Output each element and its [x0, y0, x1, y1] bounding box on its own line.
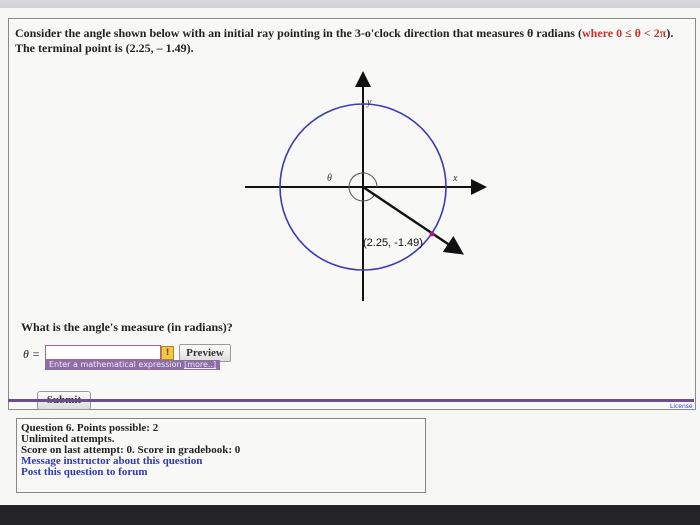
input-hint: Enter a mathematical expression [more..]	[45, 360, 221, 370]
unit-circle-graph: y x θ (2.25, -1.49)	[245, 71, 487, 301]
x-axis-label: x	[452, 173, 458, 184]
input-hint-text: Enter a mathematical expression	[49, 360, 182, 369]
license-link[interactable]: License	[670, 403, 693, 410]
answer-prompt: What is the angle's measure (in radians)…	[21, 320, 233, 334]
point-label: (2.25, -1.49)	[363, 237, 423, 249]
post-to-forum-link[interactable]: Post this question to forum	[21, 467, 421, 478]
answer-variable-label: θ =	[23, 347, 40, 361]
question-panel: Consider the angle shown below with an i…	[8, 18, 696, 410]
screen-bottom-edge	[0, 505, 700, 525]
license-divider	[8, 399, 694, 402]
terminal-point	[429, 231, 435, 237]
answer-input[interactable]	[45, 345, 161, 360]
question-info-box: Question 6. Points possible: 2 Unlimited…	[16, 418, 426, 493]
hint-more-link[interactable]: [more..]	[184, 360, 216, 369]
theta-label: θ	[327, 173, 332, 184]
y-axis-label: y	[366, 97, 372, 108]
question-condition: where 0 ≤ θ < 2π	[581, 26, 667, 40]
question-text: Consider the angle shown below with an i…	[15, 26, 687, 56]
question-text-start: Consider the angle shown below with an i…	[15, 26, 582, 40]
warning-icon: !	[161, 346, 174, 360]
